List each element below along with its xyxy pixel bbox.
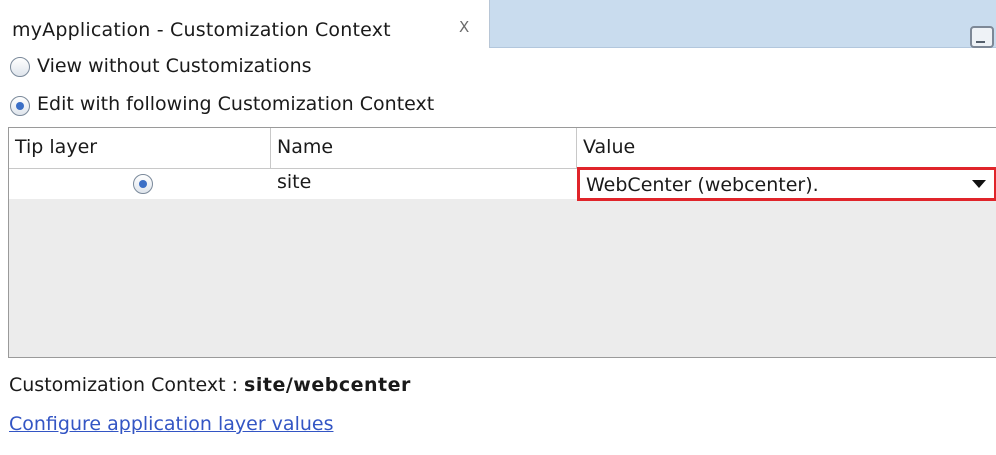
tab-customization-context[interactable]: myApplication - Customization Context X bbox=[0, 0, 490, 48]
view-without-customizations-radio[interactable] bbox=[10, 57, 30, 77]
edit-with-context-label[interactable]: Edit with following Customization Contex… bbox=[37, 93, 434, 115]
customization-context-value: site/webcenter bbox=[244, 374, 411, 396]
tab-strip-background bbox=[490, 0, 996, 48]
table-header: Tip layer Name Value bbox=[9, 128, 996, 169]
column-header-tip-layer[interactable]: Tip layer bbox=[9, 128, 269, 168]
value-dropdown-selected: WebCenter (webcenter). bbox=[586, 174, 819, 196]
configure-application-layer-values-link[interactable]: Configure application layer values bbox=[9, 413, 333, 435]
table-row[interactable]: site WebCenter (webcenter). bbox=[9, 167, 996, 201]
minimize-icon[interactable] bbox=[970, 26, 994, 48]
name-cell: site bbox=[277, 171, 312, 193]
customization-context-table: Tip layer Name Value site WebCenter (web… bbox=[8, 127, 996, 358]
tip-layer-radio[interactable] bbox=[133, 174, 153, 194]
tab-title: myApplication - Customization Context bbox=[12, 19, 391, 41]
tip-layer-cell bbox=[9, 169, 270, 199]
value-dropdown[interactable]: WebCenter (webcenter). bbox=[577, 167, 996, 201]
editor-tab-bar: myApplication - Customization Context X bbox=[0, 0, 996, 48]
customization-context-summary: Customization Context : site/webcenter bbox=[9, 374, 411, 396]
view-without-customizations-label[interactable]: View without Customizations bbox=[37, 55, 312, 77]
column-header-name[interactable]: Name bbox=[271, 128, 577, 168]
close-icon[interactable]: X bbox=[459, 18, 469, 36]
dropdown-arrow-icon[interactable] bbox=[972, 180, 986, 188]
edit-with-context-radio[interactable] bbox=[10, 96, 30, 116]
column-header-value[interactable]: Value bbox=[577, 128, 996, 168]
customization-context-label: Customization Context : bbox=[9, 374, 245, 396]
